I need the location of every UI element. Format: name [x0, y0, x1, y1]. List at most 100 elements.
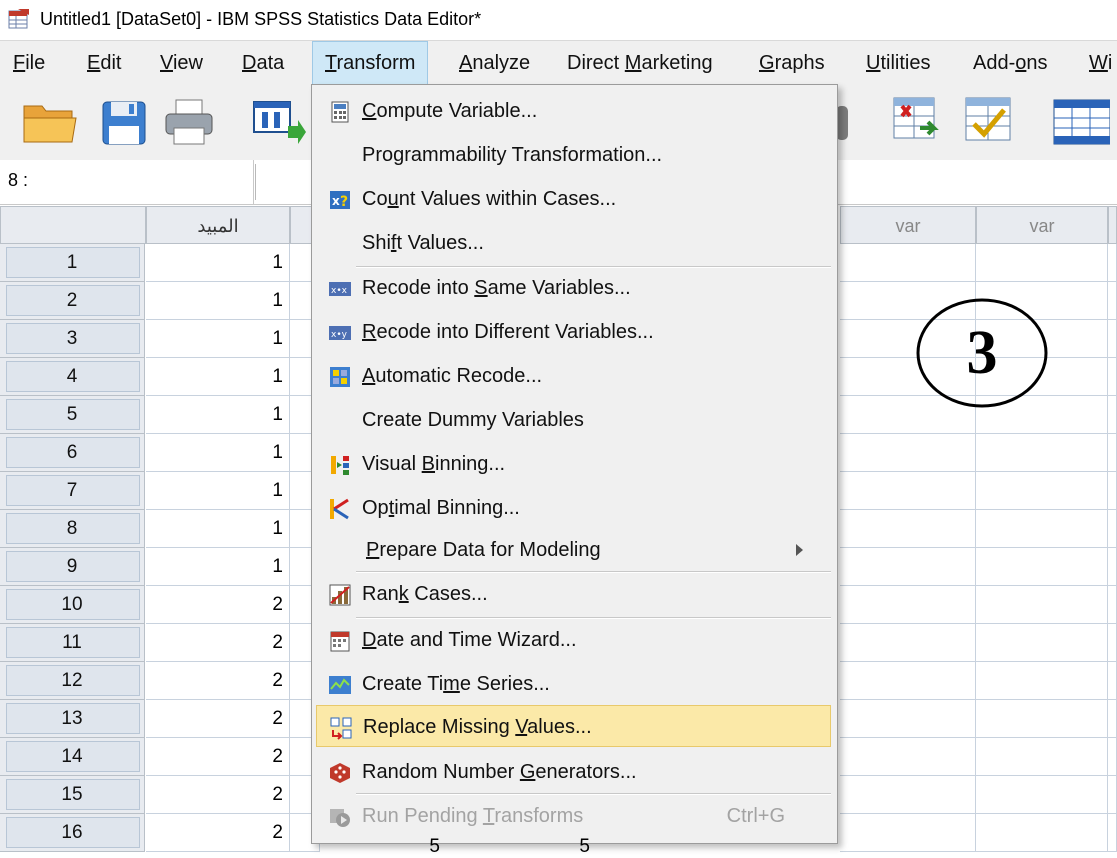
table-cell[interactable] — [976, 434, 1108, 472]
table-cell[interactable]: 1 — [146, 320, 290, 358]
table-cell[interactable]: 2 — [146, 814, 290, 852]
menu-utilities[interactable]: Utilities — [857, 41, 939, 85]
table-cell[interactable]: 2 — [146, 662, 290, 700]
table-cell[interactable] — [976, 586, 1108, 624]
table-cell[interactable] — [976, 548, 1108, 586]
table-cell[interactable] — [1108, 282, 1117, 320]
row-header[interactable]: 6 — [0, 434, 145, 472]
table-cell[interactable]: 1 — [146, 472, 290, 510]
table-cell[interactable]: 1 — [146, 510, 290, 548]
table-cell[interactable] — [1108, 624, 1117, 662]
column-header-var[interactable]: var — [840, 206, 976, 244]
row-header[interactable]: 7 — [0, 472, 145, 510]
row-header[interactable]: 16 — [0, 814, 145, 852]
menu-item-create-time-series[interactable]: Create Time Series... — [316, 663, 831, 705]
table-cell[interactable] — [840, 586, 976, 624]
table-cell[interactable] — [976, 510, 1108, 548]
menu-file[interactable]: File — [4, 41, 54, 85]
table-cell[interactable] — [976, 244, 1108, 282]
menu-edit[interactable]: Edit — [78, 41, 130, 85]
menu-window[interactable]: Wi — [1080, 41, 1117, 85]
table-cell[interactable] — [1108, 776, 1117, 814]
menu-item-recode-same[interactable]: x•x Recode into Same Variables... — [316, 267, 831, 309]
open-folder-icon[interactable] — [20, 92, 80, 150]
table-cell[interactable] — [976, 662, 1108, 700]
row-header[interactable]: 4 — [0, 358, 145, 396]
row-header[interactable]: 8 — [0, 510, 145, 548]
row-header[interactable]: 12 — [0, 662, 145, 700]
menu-transform[interactable]: Transform — [312, 41, 429, 85]
table-cell[interactable] — [976, 776, 1108, 814]
table-cell[interactable] — [1108, 510, 1117, 548]
data-grid-icon[interactable] — [1050, 92, 1110, 150]
table-cell[interactable] — [1108, 396, 1117, 434]
column-header-mubeed[interactable]: المبيد — [146, 206, 290, 244]
menu-item-random-number-generators[interactable]: Random Number Generators... — [316, 751, 831, 793]
table-cell[interactable]: 1 — [146, 396, 290, 434]
table-cell[interactable]: 1 — [146, 282, 290, 320]
table-cell[interactable] — [840, 510, 976, 548]
menu-item-create-dummy-variables[interactable]: Create Dummy Variables — [316, 399, 831, 441]
row-header[interactable]: 15 — [0, 776, 145, 814]
menu-item-shift-values[interactable]: Shift Values... — [316, 222, 831, 264]
table-cell[interactable]: 2 — [146, 624, 290, 662]
table-cell[interactable]: 2 — [146, 700, 290, 738]
table-cell[interactable]: 2 — [146, 738, 290, 776]
table-cell[interactable] — [976, 738, 1108, 776]
menu-add-ons[interactable]: Add-ons — [964, 41, 1057, 85]
recall-dialog-icon[interactable] — [248, 92, 308, 150]
menu-item-rank-cases[interactable]: Rank Cases... — [316, 573, 831, 615]
table-cell[interactable] — [1108, 320, 1117, 358]
row-header[interactable]: 13 — [0, 700, 145, 738]
table-cell[interactable] — [976, 700, 1108, 738]
table-cell[interactable] — [1108, 244, 1117, 282]
table-cell[interactable] — [1108, 472, 1117, 510]
table-cell[interactable] — [976, 624, 1108, 662]
menu-item-visual-binning[interactable]: Visual Binning... — [316, 443, 831, 485]
table-cell[interactable] — [840, 814, 976, 852]
table-cell[interactable] — [840, 624, 976, 662]
row-header[interactable]: 11 — [0, 624, 145, 662]
row-header[interactable]: 1 — [0, 244, 145, 282]
table-cell[interactable] — [840, 776, 976, 814]
row-header[interactable]: 14 — [0, 738, 145, 776]
menu-item-replace-missing-values[interactable]: Replace Missing Values... — [316, 705, 831, 747]
menu-direct-marketing[interactable]: Direct Marketing — [558, 41, 722, 85]
table-cell[interactable] — [1108, 358, 1117, 396]
menu-graphs[interactable]: Graphs — [750, 41, 834, 85]
row-header[interactable]: 2 — [0, 282, 145, 320]
table-cell[interactable] — [1108, 700, 1117, 738]
table-cell[interactable] — [1108, 662, 1117, 700]
table-cell[interactable] — [976, 814, 1108, 852]
menu-item-compute-variable[interactable]: Compute Variable... — [316, 90, 831, 132]
table-cell[interactable] — [840, 434, 976, 472]
menu-analyze[interactable]: Analyze — [450, 41, 539, 85]
table-cell[interactable] — [840, 738, 976, 776]
table-cell[interactable] — [840, 700, 976, 738]
menu-data[interactable]: Data — [233, 41, 293, 85]
menu-item-count-values[interactable]: x? Count Values within Cases... — [316, 178, 831, 220]
save-icon[interactable] — [95, 92, 155, 150]
menu-item-programmability-transformation[interactable]: Programmability Transformation... — [316, 134, 831, 176]
table-cell[interactable] — [1108, 548, 1117, 586]
table-cell[interactable] — [976, 472, 1108, 510]
row-header[interactable]: 3 — [0, 320, 145, 358]
menu-item-date-time-wizard[interactable]: Date and Time Wizard... — [316, 619, 831, 661]
table-cell[interactable] — [840, 548, 976, 586]
table-cell[interactable]: 1 — [146, 244, 290, 282]
row-header[interactable]: 5 — [0, 396, 145, 434]
table-cell[interactable]: 2 — [146, 586, 290, 624]
menu-item-automatic-recode[interactable]: Automatic Recode... — [316, 355, 831, 397]
row-header[interactable]: 9 — [0, 548, 145, 586]
table-cell[interactable] — [1108, 814, 1117, 852]
table-cell[interactable]: 1 — [146, 548, 290, 586]
column-header-var[interactable]: var — [976, 206, 1108, 244]
table-cell[interactable] — [840, 244, 976, 282]
table-cell[interactable]: 1 — [146, 358, 290, 396]
table-cell[interactable] — [1108, 434, 1117, 472]
table-cell[interactable] — [840, 472, 976, 510]
table-cell[interactable] — [1108, 586, 1117, 624]
menu-view[interactable]: View — [151, 41, 212, 85]
table-cell[interactable]: 1 — [146, 434, 290, 472]
table-cell[interactable] — [1108, 738, 1117, 776]
